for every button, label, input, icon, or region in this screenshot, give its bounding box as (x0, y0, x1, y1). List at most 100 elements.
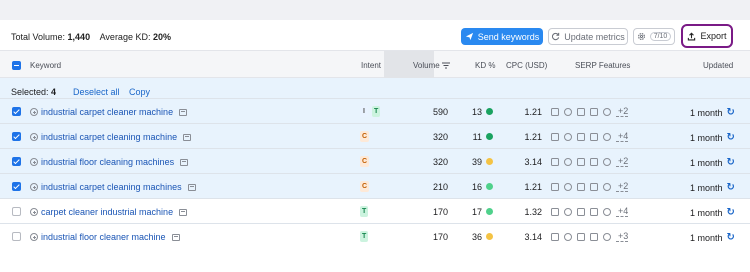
serp-more-link[interactable]: +4 (616, 206, 629, 217)
updated-cell: 1 month ↻ (690, 182, 735, 193)
keyword-link[interactable]: industrial carpet cleaning machine (41, 132, 177, 142)
serp-snapshot-icon[interactable] (180, 158, 189, 166)
link-icon (564, 157, 572, 166)
total-volume-value: 1,440 (67, 32, 91, 42)
update-metrics-button[interactable]: Update metrics (548, 28, 628, 45)
updated-cell: 1 month ↻ (690, 157, 735, 168)
copy-link[interactable]: Copy (129, 87, 150, 97)
settings-button[interactable]: 7/10 (633, 28, 675, 45)
add-keyword-icon[interactable] (30, 108, 38, 116)
kd-indicator-dot (486, 183, 493, 190)
toolbar: Total Volume: 1,440 Average KD: 20% Send… (0, 20, 750, 50)
image-icon (577, 157, 585, 166)
serp-more-link[interactable]: +2 (616, 156, 629, 167)
updated-value: 1 month (690, 232, 723, 243)
intent-badge: C (360, 156, 370, 167)
volume-value: 170 (432, 207, 448, 217)
clock-icon (603, 182, 611, 191)
keyword-cell: industrial carpet cleaning machine (30, 132, 192, 142)
link-icon (564, 207, 572, 216)
cpc-value: 1.32 (524, 207, 542, 217)
serp-snapshot-icon[interactable] (171, 233, 180, 241)
table-row[interactable]: industrial carpet cleaning machine C 320… (0, 123, 750, 148)
send-icon (465, 32, 473, 41)
serp-snapshot-icon[interactable] (183, 133, 192, 141)
row-checkbox[interactable] (12, 232, 21, 241)
table-row[interactable]: industrial carpet cleaning machines C 21… (0, 173, 750, 198)
image-pack-icon (551, 157, 559, 166)
serp-snapshot-icon[interactable] (179, 108, 188, 116)
keyword-link[interactable]: carpet cleaner industrial machine (41, 207, 173, 217)
video-icon (590, 132, 598, 141)
table-header: Keyword Intent Volume KD % CPC (USD) SER… (0, 50, 750, 79)
select-all-checkbox[interactable] (12, 61, 21, 70)
image-icon (577, 207, 585, 216)
refresh-row-icon[interactable]: ↻ (727, 182, 735, 193)
link-icon (564, 232, 572, 241)
average-kd-value: 20% (152, 32, 171, 42)
serp-snapshot-icon[interactable] (187, 183, 196, 191)
video-icon (590, 107, 598, 116)
selected-count: Selected: 4 (11, 87, 56, 97)
deselect-all-link[interactable]: Deselect all (73, 87, 120, 97)
refresh-row-icon[interactable]: ↻ (727, 132, 735, 143)
gear-icon (637, 33, 645, 40)
column-volume-label: Volume (413, 61, 440, 70)
updated-cell: 1 month ↻ (690, 232, 735, 243)
serp-more-link[interactable]: +3 (616, 231, 629, 242)
refresh-row-icon[interactable]: ↻ (727, 107, 735, 118)
table-row[interactable]: industrial floor cleaning machines C 320… (0, 148, 750, 173)
row-checkbox[interactable] (12, 107, 21, 116)
add-keyword-icon[interactable] (30, 233, 38, 241)
row-checkbox[interactable] (12, 157, 21, 166)
add-keyword-icon[interactable] (30, 158, 38, 166)
column-intent[interactable]: Intent (361, 61, 381, 70)
refresh-row-icon[interactable]: ↻ (727, 157, 735, 168)
column-keyword[interactable]: Keyword (30, 61, 61, 70)
column-volume[interactable]: Volume (413, 61, 450, 70)
image-icon (577, 107, 585, 116)
serp-snapshot-icon[interactable] (179, 208, 188, 216)
image-icon (577, 232, 585, 241)
row-checkbox[interactable] (12, 207, 21, 216)
keyword-cell: industrial carpet cleaning machines (30, 182, 196, 192)
table-row[interactable]: industrial floor cleaner machine T 170 3… (0, 223, 750, 248)
intent-badge: T (372, 106, 381, 117)
add-keyword-icon[interactable] (30, 133, 38, 141)
column-cpc[interactable]: CPC (USD) (506, 61, 547, 70)
column-serp-features[interactable]: SERP Features (575, 61, 630, 70)
serp-more-link[interactable]: +4 (616, 131, 629, 142)
row-checkbox[interactable] (12, 132, 21, 141)
serp-more-link[interactable]: +2 (616, 181, 629, 192)
update-metrics-label: Update metrics (564, 31, 625, 42)
volume-value: 170 (432, 232, 448, 242)
add-keyword-icon[interactable] (30, 208, 38, 216)
refresh-row-icon[interactable]: ↻ (727, 207, 735, 218)
kd-indicator-dot (486, 233, 493, 240)
table-row[interactable]: industrial carpet cleaner machine IT 590… (0, 98, 750, 123)
table-row[interactable]: carpet cleaner industrial machine T 170 … (0, 198, 750, 223)
keywords-panel: Total Volume: 1,440 Average KD: 20% Send… (0, 20, 750, 272)
refresh-icon (552, 32, 560, 41)
column-kd[interactable]: KD % (475, 61, 495, 70)
clock-icon (603, 207, 611, 216)
keyword-cell: industrial carpet cleaner machine (30, 107, 188, 117)
row-checkbox[interactable] (12, 182, 21, 191)
column-updated[interactable]: Updated (703, 61, 733, 70)
kd-indicator-dot (486, 133, 493, 140)
serp-features: +4 (551, 131, 629, 142)
keyword-link[interactable]: industrial floor cleaner machine (41, 232, 166, 242)
serp-features: +2 (551, 106, 629, 117)
keyword-link[interactable]: industrial floor cleaning machines (41, 157, 174, 167)
kd-value: 17 (471, 207, 482, 217)
image-icon (577, 132, 585, 141)
add-keyword-icon[interactable] (30, 183, 38, 191)
updated-value: 1 month (690, 182, 723, 193)
export-button[interactable]: Export (681, 24, 733, 48)
serp-more-link[interactable]: +2 (616, 106, 629, 117)
keyword-link[interactable]: industrial carpet cleaner machine (41, 107, 173, 117)
keyword-link[interactable]: industrial carpet cleaning machines (41, 182, 182, 192)
send-keywords-button[interactable]: Send keywords (461, 28, 543, 45)
refresh-row-icon[interactable]: ↻ (727, 232, 735, 243)
cpc-value: 1.21 (524, 132, 542, 142)
